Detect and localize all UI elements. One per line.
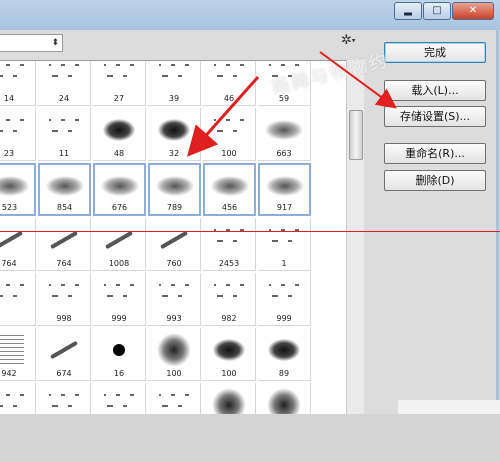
- arrow-to-brush: [187, 76, 260, 157]
- bottom-shade: [398, 400, 500, 414]
- arrow-to-save-button: [319, 51, 397, 109]
- bottom-band: [0, 414, 500, 462]
- annotation-arrows: [187, 51, 397, 157]
